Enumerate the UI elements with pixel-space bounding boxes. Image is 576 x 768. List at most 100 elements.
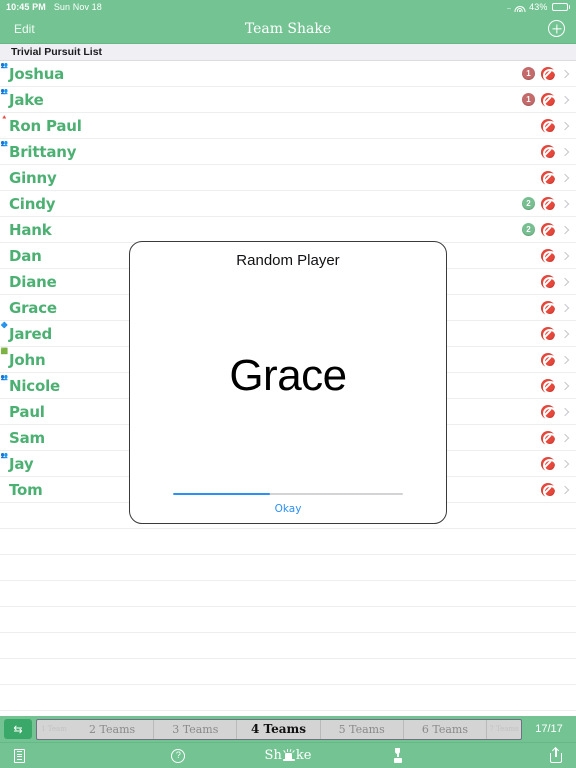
shake-suffix: ke <box>295 748 312 763</box>
exclude-player-icon[interactable] <box>541 326 557 343</box>
chevron-right-icon[interactable] <box>560 147 570 156</box>
table-row[interactable]: 👥 Brittany <box>0 139 576 165</box>
chevron-right-icon[interactable] <box>560 381 570 390</box>
exclude-player-icon[interactable] <box>541 92 557 109</box>
exclude-player-icon[interactable] <box>541 196 557 213</box>
marker-glyph: 👥 <box>0 63 9 69</box>
exclude-player-icon[interactable] <box>541 66 557 83</box>
chevron-right-icon[interactable] <box>560 485 570 494</box>
shake-label: Sh ke <box>265 748 312 763</box>
row-marker-icon <box>1 425 8 451</box>
row-accessories <box>541 170 570 187</box>
player-name: Paul <box>9 402 45 421</box>
table-row[interactable]: 🔺 Ron Paul <box>0 113 576 139</box>
question-circle-icon: ? <box>171 748 186 763</box>
marker-glyph: 👥 <box>0 453 9 459</box>
row-marker-icon: 👥 <box>1 61 8 87</box>
marker-glyph: 🟩 <box>0 349 9 355</box>
row-accessories <box>541 326 570 343</box>
status-bar: 10:45 PM Sun Nov 18 .... 43% <box>0 0 576 14</box>
picker-option-3-teams[interactable]: 3 Teams <box>154 719 238 739</box>
shuffle-arrows-icon[interactable]: ⇆ <box>4 719 32 739</box>
okay-button[interactable]: Okay <box>275 503 302 515</box>
status-time: 10:45 PM <box>6 2 46 12</box>
player-name: Joshua <box>9 64 65 83</box>
chevron-right-icon[interactable] <box>560 95 570 104</box>
exclude-player-icon[interactable] <box>541 118 557 135</box>
row-marker-icon: 👥 <box>1 451 8 477</box>
help-button[interactable]: ? <box>124 748 234 763</box>
player-name: Ron Paul <box>9 116 82 135</box>
exclude-player-icon[interactable] <box>541 378 557 395</box>
exclude-player-icon[interactable] <box>541 430 557 447</box>
chevron-right-icon[interactable] <box>560 199 570 208</box>
table-row[interactable]: Hank 2 <box>0 217 576 243</box>
team-count-picker[interactable]: 1 Team 2 Teams 3 Teams 4 Teams 5 Teams 6 Team… <box>36 718 522 740</box>
chevron-right-icon[interactable] <box>560 459 570 468</box>
exclude-player-icon[interactable] <box>541 274 557 291</box>
table-row[interactable]: 👥 Joshua 1 <box>0 61 576 87</box>
share-button[interactable] <box>452 746 576 763</box>
table-row[interactable]: Ginny <box>0 165 576 191</box>
chevron-right-icon[interactable] <box>560 69 570 78</box>
player-name: John <box>9 350 46 369</box>
table-row[interactable]: 👥 Jake 1 <box>0 87 576 113</box>
marker-glyph: 👥 <box>0 375 9 381</box>
empty-row <box>0 581 576 607</box>
plus-circle-icon[interactable] <box>548 20 565 37</box>
trophy-button[interactable] <box>343 748 453 763</box>
row-accessories <box>541 248 570 265</box>
status-date: Sun Nov 18 <box>53 2 102 12</box>
chevron-right-icon[interactable] <box>560 225 570 234</box>
exclude-player-icon[interactable] <box>541 456 557 473</box>
wifi-icon <box>514 3 526 12</box>
empty-row <box>0 659 576 685</box>
shake-button[interactable]: Sh ke <box>233 748 343 763</box>
player-name: Grace <box>9 298 57 317</box>
exclude-player-icon[interactable] <box>541 144 557 161</box>
exclude-player-icon[interactable] <box>541 482 557 499</box>
chevron-right-icon[interactable] <box>560 277 570 286</box>
marker-glyph: 👥 <box>0 141 9 147</box>
chevron-right-icon[interactable] <box>560 173 570 182</box>
dialog-title: Random Player <box>236 252 340 269</box>
dialog-player-name: Grace <box>229 350 347 400</box>
row-accessories <box>541 482 570 499</box>
row-accessories: 1 <box>522 66 570 83</box>
chevron-right-icon[interactable] <box>560 433 570 442</box>
exclude-player-icon[interactable] <box>541 248 557 265</box>
row-accessories <box>541 118 570 135</box>
row-marker-icon: 🔺 <box>1 113 8 139</box>
chevron-right-icon[interactable] <box>560 251 570 260</box>
chevron-right-icon[interactable] <box>560 121 570 130</box>
picker-option-5-teams[interactable]: 5 Teams <box>321 719 404 739</box>
dialog-progress-bar <box>173 492 403 495</box>
row-accessories: 2 <box>522 222 570 239</box>
list-button[interactable] <box>0 748 124 763</box>
battery-percent: 43% <box>529 2 548 12</box>
chevron-right-icon[interactable] <box>560 407 570 416</box>
magic-hat-icon <box>282 748 295 762</box>
picker-option-2-teams[interactable]: 2 Teams <box>71 719 155 739</box>
picker-option-4-teams[interactable]: 4 Teams <box>237 719 321 739</box>
row-accessories <box>541 404 570 421</box>
picker-option-1-teams[interactable]: 1 Team <box>37 720 71 739</box>
picker-option-7-teams[interactable]: 7 Teams <box>487 720 521 739</box>
picker-option-6-teams[interactable]: 6 Teams <box>404 719 488 739</box>
chevron-right-icon[interactable] <box>560 355 570 364</box>
exclude-player-icon[interactable] <box>541 222 557 239</box>
row-marker-icon <box>1 165 8 191</box>
exclude-player-icon[interactable] <box>541 352 557 369</box>
battery-icon <box>551 3 570 11</box>
bottom-toolbar: ? Sh ke <box>0 742 576 768</box>
chevron-right-icon[interactable] <box>560 303 570 312</box>
chevron-right-icon[interactable] <box>560 329 570 338</box>
row-marker-icon <box>1 295 8 321</box>
exclude-player-icon[interactable] <box>541 300 557 317</box>
trophy-icon <box>392 748 403 763</box>
player-count-label: 17/17 <box>535 723 563 735</box>
exclude-player-icon[interactable] <box>541 404 557 421</box>
table-row[interactable]: Cindy 2 <box>0 191 576 217</box>
player-name: Jake <box>9 90 44 109</box>
exclude-player-icon[interactable] <box>541 170 557 187</box>
